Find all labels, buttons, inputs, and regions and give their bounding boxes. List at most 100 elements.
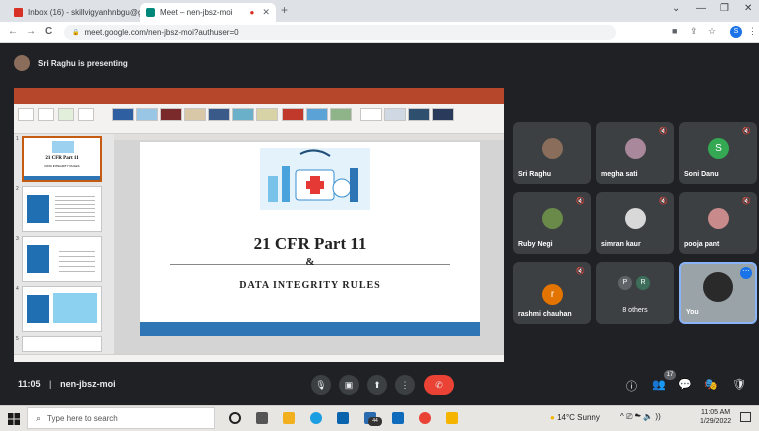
mail-icon[interactable]: [392, 412, 404, 424]
tab-inbox[interactable]: Inbox (16) - skillvigyanhnbgu@g ✕: [8, 3, 163, 22]
medical-illustration-image: [260, 148, 370, 210]
participant-tile[interactable]: 🔇 Ruby Negi: [513, 192, 591, 254]
slide-thumbnail-1[interactable]: 21 CFR Part 11 DATA INTEGRITY RULES: [22, 136, 102, 182]
avatar: [542, 138, 563, 159]
profile-avatar[interactable]: S: [730, 26, 742, 38]
host-controls-icon[interactable]: 🛡: [732, 378, 746, 391]
participant-tile[interactable]: 🔇 r rashmi chauhan: [513, 262, 591, 324]
notifications-icon[interactable]: [740, 412, 751, 422]
system-tray[interactable]: ^ ⎚ ☁ 🔈 )): [620, 412, 661, 422]
participant-tile[interactable]: 🔇 pooja pant: [679, 192, 757, 254]
mic-off-icon: 🔇: [576, 198, 585, 205]
new-tab-button[interactable]: +: [281, 3, 288, 17]
people-icon[interactable]: 👥: [652, 378, 666, 391]
powerpoint-ribbon: [14, 104, 504, 134]
bookmark-star-icon[interactable]: ☆: [708, 26, 716, 37]
notification-badge: 44: [368, 417, 382, 426]
slide-thumbnail-2[interactable]: [22, 186, 102, 232]
participant-name: rashmi chauhan: [518, 311, 572, 318]
clock-time: 11:05 AM: [701, 409, 731, 416]
tab-inbox-title: Inbox (16) - skillvigyanhnbgu@g: [28, 8, 143, 17]
avatar: [708, 208, 729, 229]
meeting-details: 11:05 | nen-jbsz-moi: [18, 379, 116, 389]
others-tile[interactable]: P R 8 others: [596, 262, 674, 324]
participant-tile[interactable]: Sri Raghu: [513, 122, 591, 184]
edge-icon[interactable]: [310, 412, 322, 424]
thumb-number: 5: [16, 336, 19, 342]
search-icon: ⌕: [36, 412, 42, 423]
windows-start-icon[interactable]: [8, 412, 20, 425]
participant-name: pooja pant: [684, 241, 720, 248]
leave-call-button[interactable]: ✆: [424, 375, 454, 395]
slide-thumbnail-3[interactable]: [22, 236, 102, 282]
forward-button[interactable]: →: [26, 26, 36, 37]
thumb-number: 2: [16, 186, 19, 192]
thumb-title: 21 CFR Part 11: [45, 156, 79, 161]
camera-in-use-icon[interactable]: ■: [672, 26, 677, 36]
thumb-number: 1: [16, 136, 19, 142]
activities-icon[interactable]: 🎭: [704, 378, 718, 391]
taskbar-search-input[interactable]: ⌕ Type here to search: [27, 407, 215, 429]
mic-off-icon: 🔇: [659, 128, 668, 135]
tab-meet[interactable]: Meet – nen-jbsz-moi ● ✕: [140, 3, 276, 22]
minimize-button[interactable]: —: [696, 3, 706, 14]
store-icon[interactable]: [337, 412, 349, 424]
avatar: r: [542, 284, 563, 305]
current-slide[interactable]: 21 CFR Part 11 & DATA INTEGRITY RULES: [140, 142, 480, 336]
avatar: P: [618, 276, 632, 290]
close-window-button[interactable]: ✕: [744, 3, 752, 14]
participant-name: 8 others: [622, 307, 648, 314]
medical-illustration-svg: [268, 149, 358, 202]
reload-button[interactable]: C: [45, 26, 52, 37]
cortana-icon[interactable]: [229, 412, 241, 424]
avatar: [625, 208, 646, 229]
thumb-subtitle: DATA INTEGRITY RULES: [44, 164, 80, 168]
more-options-button[interactable]: ⋮: [395, 375, 415, 395]
mic-off-icon: 🔇: [742, 198, 751, 205]
share-icon[interactable]: ⇪: [690, 26, 698, 37]
participant-name: megha sati: [601, 171, 638, 178]
camera-button[interactable]: ▣: [339, 375, 359, 395]
participant-name: Ruby Negi: [518, 241, 553, 248]
self-view-tile[interactable]: ⋯ You: [679, 262, 757, 324]
slide-thumbnail-4[interactable]: [22, 286, 102, 332]
taskbar-clock[interactable]: 11:05 AM 1/29/2022: [700, 408, 731, 426]
participant-tile[interactable]: 🔇 megha sati: [596, 122, 674, 184]
tab-search-icon[interactable]: ⌄: [672, 3, 680, 14]
presenter-avatar: [14, 55, 30, 71]
powerpoint-title-bar: [14, 88, 504, 98]
meet-icon: [146, 8, 155, 17]
participant-name: Sri Raghu: [518, 171, 552, 178]
participant-tile[interactable]: 🔇 simran kaur: [596, 192, 674, 254]
chat-icon[interactable]: 💬: [678, 378, 692, 391]
restore-button[interactable]: ❐: [720, 3, 729, 14]
word-icon[interactable]: 44: [364, 412, 382, 426]
microphone-button[interactable]: 🎙: [311, 375, 331, 395]
chrome-icon[interactable]: [419, 412, 431, 424]
more-options-icon[interactable]: ⋯: [740, 267, 752, 279]
presenting-text: Sri Raghu is presenting: [38, 58, 128, 68]
clock-date: 1/29/2022: [700, 418, 732, 425]
weather-widget[interactable]: ● 14°C Sunny: [550, 413, 600, 422]
task-view-icon[interactable]: [256, 412, 268, 424]
search-placeholder: Type here to search: [47, 413, 118, 423]
participant-tile[interactable]: 🔇 S Soni Danu: [679, 122, 757, 184]
url-text: meet.google.com/nen-jbsz-moi?authuser=0: [84, 28, 239, 37]
powerpoint-taskbar-icon[interactable]: [446, 412, 458, 424]
slide-ampersand: &: [305, 256, 315, 268]
shared-screen[interactable]: 1 21 CFR Part 11 DATA INTEGRITY RULES 2 …: [14, 88, 504, 362]
avatar: [703, 272, 733, 302]
present-button[interactable]: ⬆: [367, 375, 387, 395]
avatar: [542, 208, 563, 229]
slide-footer-bar: [140, 322, 480, 336]
back-button[interactable]: ←: [8, 26, 18, 37]
file-explorer-icon[interactable]: [283, 412, 295, 424]
sun-icon: ●: [550, 413, 555, 422]
slide-thumbnail-5[interactable]: [22, 336, 102, 352]
participant-name: simran kaur: [601, 241, 641, 248]
slide-thumbnails-pane: 1 21 CFR Part 11 DATA INTEGRITY RULES 2 …: [14, 134, 114, 354]
close-tab-icon[interactable]: ✕: [262, 7, 270, 18]
info-icon[interactable]: ⓘ: [626, 378, 637, 394]
url-input[interactable]: 🔒 meet.google.com/nen-jbsz-moi?authuser=…: [64, 25, 616, 40]
browser-menu-icon[interactable]: ⋮: [748, 26, 757, 37]
